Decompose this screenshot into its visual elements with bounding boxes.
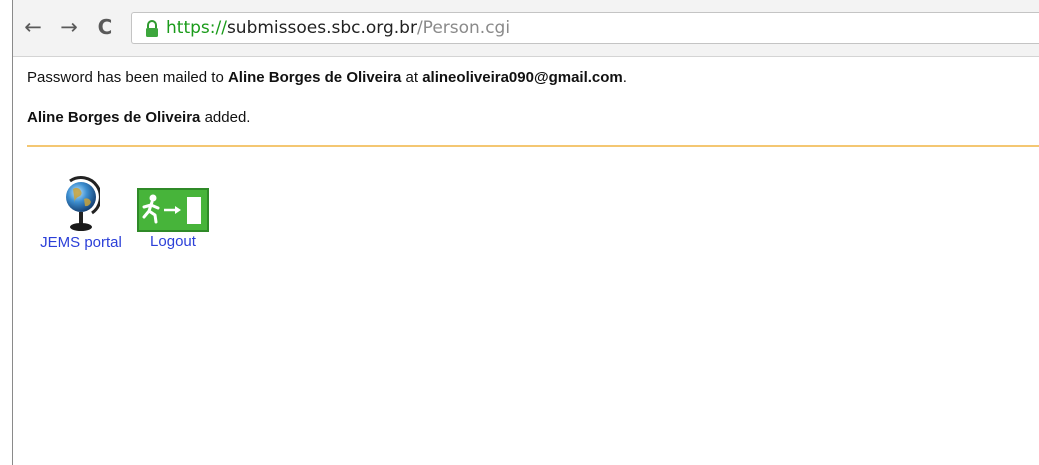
arrow-left-icon: ←	[24, 15, 42, 39]
arrow-right-icon: →	[60, 15, 78, 39]
address-bar[interactable]: https://submissoes.sbc.org.br/Person.cgi	[131, 12, 1039, 44]
password-mailed-message: Password has been mailed to Aline Borges…	[27, 69, 627, 86]
url-text: https://submissoes.sbc.org.br/Person.cgi	[166, 17, 510, 39]
logout-link[interactable]: Logout	[137, 175, 209, 251]
logout-label[interactable]: Logout	[137, 233, 209, 251]
back-button[interactable]: ←	[21, 14, 45, 40]
message-text: at	[401, 69, 423, 86]
person-email: alineoliveira090@gmail.com	[422, 69, 623, 86]
jems-portal-link[interactable]: JEMS portal	[29, 175, 133, 252]
globe-icon	[66, 176, 100, 231]
person-name: Aline Borges de Oliveira	[227, 69, 402, 86]
divider	[27, 145, 1039, 147]
forward-button[interactable]: →	[57, 14, 81, 40]
url-path: /Person.cgi	[416, 18, 511, 38]
url-scheme: https://	[166, 18, 227, 38]
message-text: Password has been mailed to	[27, 69, 228, 86]
page-content: Password has been mailed to Aline Borges…	[13, 57, 1039, 465]
message-text: added.	[200, 109, 251, 126]
message-text: .	[622, 69, 627, 86]
browser-toolbar: ← → C https://submissoes.sbc.org.br/Pers…	[13, 0, 1039, 57]
person-added-message: Aline Borges de Oliveira added.	[27, 109, 250, 126]
exit-sign-icon	[137, 188, 209, 232]
browser-window: ← → C https://submissoes.sbc.org.br/Pers…	[12, 0, 1039, 465]
jems-portal-label[interactable]: JEMS portal	[29, 234, 133, 252]
person-name: Aline Borges de Oliveira	[27, 109, 201, 126]
url-host: submissoes.sbc.org.br	[226, 18, 417, 38]
reload-icon: C	[97, 15, 113, 39]
lock-icon	[146, 20, 158, 37]
reload-button[interactable]: C	[93, 14, 117, 40]
